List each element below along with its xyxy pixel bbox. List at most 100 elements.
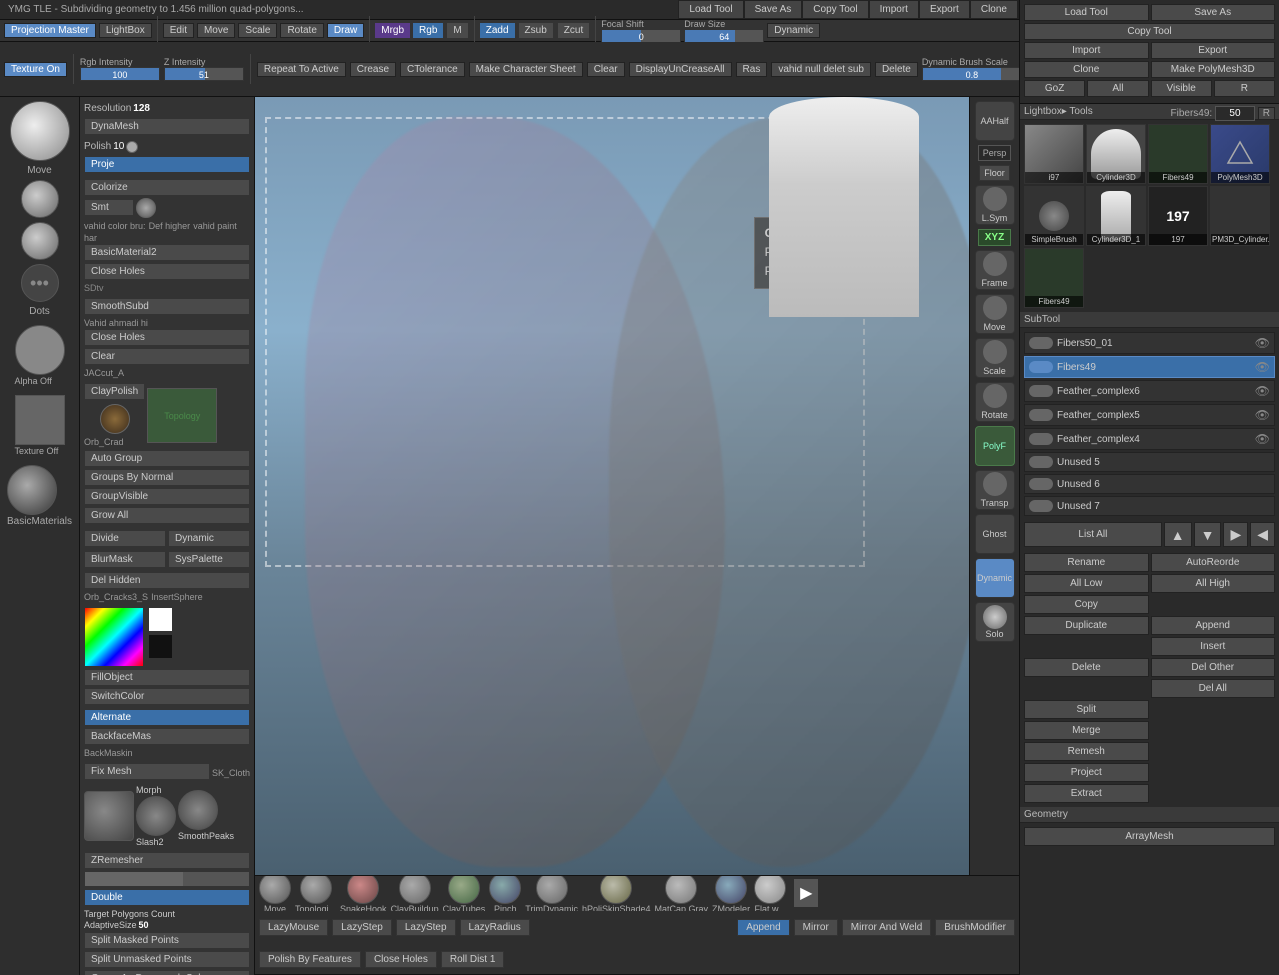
alternate-button[interactable]: Alternate	[84, 709, 250, 726]
rotate-button[interactable]: Rotate	[280, 23, 323, 38]
subtool-toggle-0[interactable]	[1029, 337, 1053, 349]
main-brush-icon[interactable]	[10, 101, 70, 161]
topology-icon[interactable]: Topology	[147, 388, 217, 443]
lb-thumb-1[interactable]: Cylinder3D	[1086, 124, 1146, 184]
split-button[interactable]: Split	[1024, 700, 1149, 719]
rp-r[interactable]: R	[1214, 80, 1275, 97]
white-color[interactable]	[148, 607, 173, 632]
subtool-toggle-6[interactable]	[1029, 478, 1053, 490]
rp-all[interactable]: All	[1087, 80, 1148, 97]
import-button[interactable]: Import	[869, 0, 919, 19]
close-holes2-button[interactable]: Close Holes	[84, 329, 250, 346]
sys-palette-button[interactable]: SysPalette	[168, 551, 250, 568]
rp-export[interactable]: Export	[1151, 42, 1276, 59]
zsub-button[interactable]: Zsub	[518, 22, 554, 39]
all-high-button[interactable]: All High	[1151, 574, 1276, 593]
dynamic-button[interactable]: Dynamic	[767, 23, 820, 38]
insert-button[interactable]: Insert	[1151, 637, 1276, 656]
black-color[interactable]	[148, 634, 173, 659]
extract-button[interactable]: Extract	[1024, 784, 1149, 803]
fibers-input[interactable]	[1215, 106, 1255, 121]
load-tool-button[interactable]: Load Tool	[678, 0, 743, 19]
m-button[interactable]: M	[446, 22, 468, 39]
zadd-button[interactable]: Zadd	[480, 23, 515, 38]
list-all-button[interactable]: List All	[1024, 522, 1162, 547]
subtool-toggle-2[interactable]	[1029, 385, 1053, 397]
subtool-eye-1[interactable]: 👁	[1255, 360, 1270, 374]
lb-thumb-3[interactable]: PolyMesh3D	[1210, 124, 1270, 184]
append-button[interactable]: Append	[1151, 616, 1276, 635]
subtool-item-7[interactable]: Unused 7	[1024, 496, 1275, 516]
nav-down-button[interactable]: ▼	[1194, 522, 1222, 547]
viewport[interactable]: Cylinder3D Polys=512 Points=544	[255, 97, 1019, 875]
subtool-item-5[interactable]: Unused 5	[1024, 452, 1275, 472]
lb-thumb-4[interactable]: SimpleBrush	[1024, 186, 1084, 246]
all-low-button[interactable]: All Low	[1024, 574, 1149, 593]
rename-button[interactable]: Rename	[1024, 553, 1149, 572]
lb-thumb-8[interactable]: Fibers49	[1024, 248, 1084, 308]
append-bottom-button[interactable]: Append	[737, 919, 789, 936]
backface-mas-button[interactable]: BackfaceMas	[84, 728, 250, 745]
close-holes-button[interactable]: Close Holes	[84, 263, 250, 280]
lazy-step-button[interactable]: LazyStep	[332, 919, 392, 936]
ctolerance-button[interactable]: CTolerance	[400, 62, 465, 77]
draw-size-slider[interactable]: 64	[684, 29, 764, 43]
z-intensity-slider[interactable]: 51	[164, 67, 244, 81]
mrgb-button[interactable]: Mrgb	[375, 23, 410, 38]
ras-button[interactable]: Ras	[736, 62, 768, 77]
rp-import[interactable]: Import	[1024, 42, 1149, 59]
make-character-sheet-button[interactable]: Make Character Sheet	[469, 62, 583, 77]
subtool-item-3[interactable]: Feather_complex5 👁	[1024, 404, 1275, 426]
small-brush-2[interactable]	[21, 222, 59, 260]
merge-button[interactable]: Merge	[1024, 721, 1149, 740]
subtool-eye-2[interactable]: 👁	[1255, 384, 1270, 398]
brush-modifier-button[interactable]: BrushModifier	[935, 919, 1015, 936]
nav-right-button[interactable]: ▶	[1223, 522, 1248, 547]
bottom-brush-5[interactable]: Pinch	[489, 876, 521, 911]
rp-goz[interactable]: GoZ	[1024, 80, 1085, 97]
roll-dist-button[interactable]: Roll Dist 1	[441, 951, 505, 968]
grow-all-button[interactable]: Grow All	[84, 507, 250, 524]
subtool-item-1[interactable]: Fibers49 👁	[1024, 356, 1275, 378]
subtool-toggle-7[interactable]	[1029, 500, 1053, 512]
bottom-brush-10[interactable]: Flat w...	[754, 876, 786, 911]
dynamesh-button[interactable]: DynaMesh	[84, 118, 250, 135]
delete-button[interactable]: Delete	[1024, 658, 1149, 677]
lb-thumb-5[interactable]: Cylinder3D_1	[1086, 186, 1146, 246]
colorize-button[interactable]: Colorize	[84, 179, 250, 196]
bottom-brush-3[interactable]: ClayBuildup	[391, 876, 439, 911]
fix-mesh-button[interactable]: Fix Mesh	[84, 763, 210, 780]
projection-master-button[interactable]: Projection Master	[4, 23, 96, 38]
subtool-eye-3[interactable]: 👁	[1255, 408, 1270, 422]
scale-rt-button[interactable]: Scale	[975, 338, 1015, 378]
rp-load-tool[interactable]: Load Tool	[1024, 4, 1149, 21]
del-hidden-button[interactable]: Del Hidden	[84, 572, 250, 589]
scroll-arrow[interactable]: ▶	[794, 879, 818, 907]
bottom-brush-0[interactable]: Move	[259, 876, 291, 911]
remesh-button[interactable]: Remesh	[1024, 742, 1149, 761]
divide-button[interactable]: Divide	[84, 530, 166, 547]
transp-button[interactable]: Transp	[975, 470, 1015, 510]
frame-button[interactable]: Frame	[975, 250, 1015, 290]
subtool-toggle-5[interactable]	[1029, 456, 1053, 468]
project-button[interactable]: Project	[1024, 763, 1149, 782]
double-button[interactable]: Double	[84, 889, 250, 906]
split-masked-button[interactable]: Split Masked Points	[84, 932, 250, 949]
fibers-r-button[interactable]: R	[1258, 107, 1275, 120]
rp-save-as[interactable]: Save As	[1151, 4, 1276, 21]
bottom-brush-8[interactable]: MatCap Gray	[655, 876, 709, 911]
focal-shift-slider[interactable]: 0	[601, 29, 681, 43]
duplicate-button[interactable]: Duplicate	[1024, 616, 1149, 635]
scale-button[interactable]: Scale	[238, 23, 277, 38]
switch-color-button[interactable]: SwitchColor	[84, 688, 250, 705]
subtool-item-2[interactable]: Feather_complex6 👁	[1024, 380, 1275, 402]
bottom-brush-6[interactable]: TrimDynamic	[525, 876, 578, 911]
copy-subtool-button[interactable]: Copy	[1024, 595, 1149, 614]
split-unmasked-button[interactable]: Split Unmasked Points	[84, 951, 250, 968]
save-as-button[interactable]: Save As	[744, 0, 803, 19]
rp-make-polymesh3d[interactable]: Make PolyMesh3D	[1151, 61, 1276, 78]
dynamic-rt-button[interactable]: Dynamic	[975, 558, 1015, 598]
nav-up-button[interactable]: ▲	[1164, 522, 1192, 547]
subtool-toggle-1[interactable]	[1029, 361, 1053, 373]
draw-button[interactable]: Draw	[327, 23, 364, 38]
